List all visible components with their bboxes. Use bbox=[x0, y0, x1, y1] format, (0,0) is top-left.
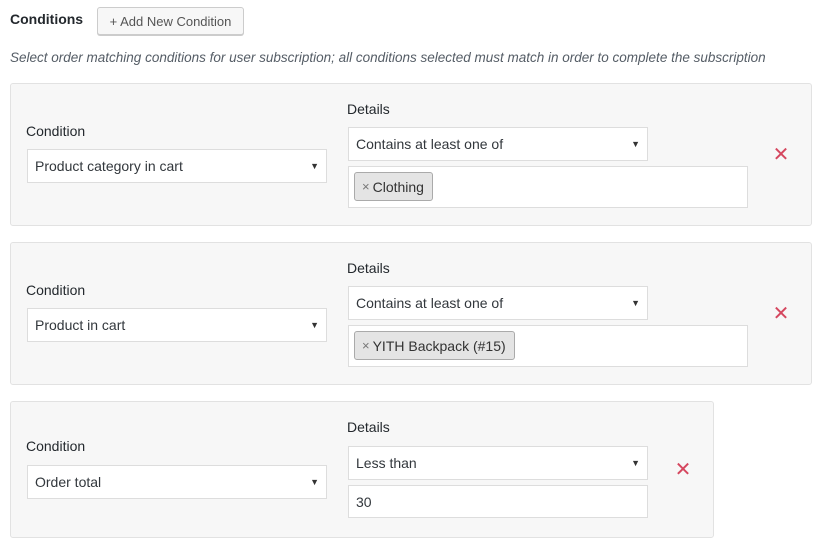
selected-item-chip: × Clothing bbox=[354, 172, 433, 201]
condition-type-value: Order total bbox=[35, 474, 102, 490]
caret-down-icon: ▼ bbox=[310, 477, 319, 487]
delete-icon[interactable]: ✕ bbox=[772, 145, 790, 165]
close-icon[interactable]: × bbox=[362, 338, 370, 353]
caret-down-icon: ▼ bbox=[631, 298, 640, 308]
caret-down-icon: ▼ bbox=[631, 458, 640, 468]
details-label: Details bbox=[347, 260, 390, 276]
caret-down-icon: ▼ bbox=[631, 139, 640, 149]
caret-down-icon: ▼ bbox=[310, 320, 319, 330]
details-operator-value: Contains at least one of bbox=[356, 136, 504, 152]
condition-type-value: Product category in cart bbox=[35, 158, 183, 174]
delete-icon[interactable]: ✕ bbox=[772, 304, 790, 324]
details-operator-value: Less than bbox=[356, 455, 417, 471]
condition-type-select[interactable]: Order total ▼ bbox=[27, 465, 327, 499]
condition-type-select[interactable]: Product in cart ▼ bbox=[27, 308, 327, 342]
condition-label: Condition bbox=[26, 123, 86, 139]
condition-label: Condition bbox=[26, 282, 86, 298]
condition-card: Condition Order total ▼ Details Less tha… bbox=[10, 401, 714, 538]
details-label: Details bbox=[347, 101, 390, 117]
caret-down-icon: ▼ bbox=[310, 161, 319, 171]
selected-item-label: Clothing bbox=[372, 178, 424, 195]
condition-label: Condition bbox=[26, 438, 86, 454]
selected-items-field[interactable]: × Clothing bbox=[348, 166, 748, 208]
add-new-condition-button[interactable]: + Add New Condition bbox=[97, 7, 244, 35]
selected-items-field[interactable]: × YITH Backpack (#15) bbox=[348, 325, 748, 367]
condition-card: Condition Product category in cart ▼ Det… bbox=[10, 83, 812, 226]
conditions-description: Select order matching conditions for use… bbox=[10, 50, 766, 65]
condition-type-value: Product in cart bbox=[35, 317, 126, 333]
condition-card: Condition Product in cart ▼ Details Cont… bbox=[10, 242, 812, 385]
details-operator-select[interactable]: Contains at least one of ▼ bbox=[348, 127, 648, 161]
details-operator-value: Contains at least one of bbox=[356, 295, 504, 311]
details-operator-select[interactable]: Less than ▼ bbox=[348, 446, 648, 480]
selected-item-label: YITH Backpack (#15) bbox=[372, 337, 506, 354]
close-icon[interactable]: × bbox=[362, 179, 370, 194]
condition-type-select[interactable]: Product category in cart ▼ bbox=[27, 149, 327, 183]
delete-icon[interactable]: ✕ bbox=[674, 460, 692, 480]
value-input[interactable]: 30 bbox=[348, 485, 648, 518]
selected-item-chip: × YITH Backpack (#15) bbox=[354, 331, 515, 360]
details-operator-select[interactable]: Contains at least one of ▼ bbox=[348, 286, 648, 320]
conditions-title: Conditions bbox=[10, 11, 84, 27]
details-label: Details bbox=[347, 419, 390, 435]
